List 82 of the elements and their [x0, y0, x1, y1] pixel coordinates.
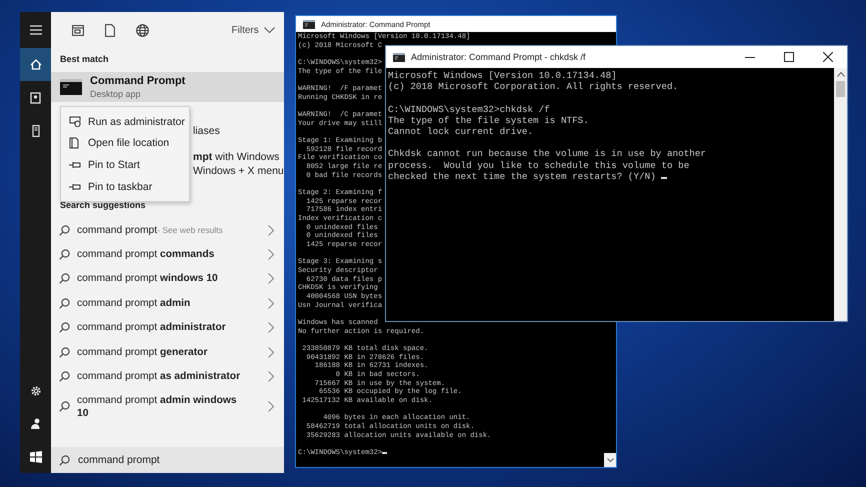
search-suggestion[interactable]: command prompt administrator	[51, 316, 284, 340]
suggestion-text: command prompt commands	[77, 248, 214, 262]
search-icon	[59, 454, 70, 466]
console-line: Chkdsk cannot run because the volume is in use by another	[388, 148, 706, 160]
search-suggestion[interactable]: command prompt as administrator	[51, 364, 284, 389]
scroll-up-icon	[836, 72, 844, 77]
suggestion-text: command prompt- See web results	[77, 224, 223, 237]
result-title: Command Prompt	[90, 75, 186, 87]
maximize-icon	[784, 52, 794, 62]
console-line: Microsoft Windows [Version 10.0.17134.48]	[388, 70, 617, 82]
chevron-right-icon	[268, 273, 274, 284]
search-icon	[59, 346, 70, 358]
console-line: Cannot lock current drive.	[388, 126, 534, 138]
console-line: process. Would you like to schedule this volume to be	[388, 160, 690, 171]
chevron-right-icon	[268, 298, 274, 309]
console-line: checked the next time the system restarts? (Y/N)	[388, 170, 668, 182]
chevron-right-icon	[268, 224, 274, 236]
pin-icon	[69, 160, 81, 169]
console-line: C:\WINDOWS\system32>chkdsk /f	[388, 104, 550, 115]
shield-window-icon	[69, 116, 81, 128]
context-menu-item[interactable]: Run as administrator	[61, 111, 189, 133]
menu-icon	[30, 25, 42, 35]
home-icon	[30, 59, 42, 70]
search-suggestion[interactable]: command prompt admin windows 10	[51, 388, 284, 425]
search-icon	[59, 298, 70, 309]
result-text: mpt with Windows	[193, 150, 280, 164]
terminal-icon	[393, 52, 405, 62]
document-icon	[69, 137, 79, 150]
context-menu-item[interactable]: Pin to taskbar	[61, 176, 189, 198]
search-suggestion[interactable]: command prompt- See web results	[51, 218, 284, 242]
search-icon	[59, 371, 70, 382]
chevron-right-icon	[268, 322, 274, 334]
chevron-right-icon	[268, 371, 274, 382]
scrollbar[interactable]	[604, 453, 616, 467]
console-line: The type of the file system is NTFS.	[388, 114, 589, 126]
pin-icon	[69, 182, 81, 191]
sidebar-button[interactable]	[20, 48, 51, 81]
search-suggestion[interactable]: command prompt commands	[51, 242, 284, 267]
notebook-icon	[30, 92, 41, 104]
filters-dropdown[interactable]: Filters	[232, 18, 275, 42]
context-menu-item[interactable]: Open file location	[61, 132, 189, 154]
scroll-thumb[interactable]	[836, 81, 845, 97]
suggestion-text: command prompt admin	[77, 296, 190, 310]
tower-icon	[32, 124, 40, 136]
search-suggestion[interactable]: command prompt admin	[51, 291, 284, 316]
search-suggestion[interactable]: command prompt windows 10	[51, 266, 284, 292]
document-icon	[105, 24, 115, 36]
search-field[interactable]: command prompt	[51, 447, 284, 473]
result-text: liases	[193, 124, 221, 138]
app-window-icon	[72, 24, 84, 36]
best-match-result[interactable]: Command Prompt Desktop app	[51, 72, 284, 102]
suggestion-text: command prompt administrator	[77, 321, 226, 334]
search-icon	[59, 224, 70, 236]
globe-icon	[136, 24, 148, 36]
terminal-icon	[303, 20, 315, 28]
suggestion-text: command prompt as administrator	[77, 370, 240, 384]
search-icon	[59, 249, 70, 260]
result-text: Windows + X menu	[193, 164, 284, 178]
terminal-icon	[60, 79, 82, 95]
result-subtitle: Desktop app	[90, 89, 142, 99]
window-title: Administrator: Command Prompt - chkdsk /f	[411, 52, 586, 62]
windows-icon	[30, 450, 42, 462]
scrollbar[interactable]	[834, 68, 847, 321]
close-icon	[822, 52, 832, 62]
settings-icon	[30, 384, 42, 396]
section-heading: Search suggestions	[59, 199, 147, 212]
chevron-down-icon	[264, 27, 275, 33]
console-line: (c) 2018 Microsoft Corporation. All rights reserved.	[388, 81, 678, 92]
chevron-right-icon	[268, 346, 274, 358]
suggestion-text: command prompt generator	[77, 346, 208, 359]
section-heading: Best match	[59, 53, 110, 66]
person-icon	[30, 418, 42, 430]
scroll-down-icon	[606, 458, 614, 462]
suggestion-text: command prompt windows 10	[77, 272, 218, 286]
context-menu-item[interactable]: Pin to Start	[61, 154, 189, 176]
search-suggestion[interactable]: command prompt generator	[51, 340, 284, 364]
search-icon	[59, 401, 70, 412]
chevron-right-icon	[268, 401, 274, 412]
chevron-right-icon	[268, 249, 274, 260]
search-icon	[59, 273, 70, 284]
search-icon	[59, 322, 70, 334]
suggestion-text: command prompt admin windows 10	[77, 394, 238, 420]
